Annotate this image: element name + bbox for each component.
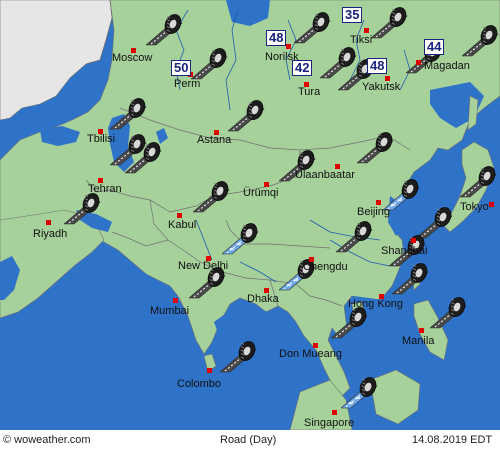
city-marker xyxy=(46,220,51,225)
city-label-ulaanbaatar: Ulaanbaatar xyxy=(295,169,355,181)
city-marker xyxy=(207,368,212,373)
city-marker xyxy=(416,60,421,65)
city-marker xyxy=(173,298,178,303)
city-label-tiksi: Tiksi xyxy=(350,34,373,46)
tire-road-icon xyxy=(124,141,165,175)
tire-road-icon xyxy=(356,131,397,165)
city-label-chengdu: Chengdu xyxy=(303,261,348,273)
tire-road-icon xyxy=(429,296,470,330)
tire-road-icon xyxy=(340,376,381,410)
city-label-dhaka: Dhaka xyxy=(247,293,279,305)
tire-road-icon xyxy=(145,13,186,47)
speed-badge-norilsk: 48 xyxy=(266,30,287,46)
footer-bar: © woweather.com Road (Day) 14.08.2019 ED… xyxy=(0,430,500,450)
tire-road-icon xyxy=(330,306,371,340)
city-label-urumqi: Ürümqi xyxy=(243,187,279,199)
city-marker xyxy=(286,44,291,49)
city-label-manila: Manila xyxy=(402,335,435,347)
city-label-don-mueang: Don Mueang xyxy=(279,348,342,360)
speed-badge-magadan: 44 xyxy=(424,39,445,55)
city-label-shanghai: Shanghai xyxy=(381,245,428,257)
city-label-tura: Tura xyxy=(298,86,321,98)
city-marker xyxy=(177,213,182,218)
tire-road-icon xyxy=(219,340,260,374)
city-label-tokyo: Tokyo xyxy=(460,201,489,213)
speed-badge-tiksi: 35 xyxy=(342,7,363,23)
city-label-new-delhi: New Delhi xyxy=(178,260,229,272)
city-label-beijing: Beijing xyxy=(357,206,391,218)
tire-road-icon xyxy=(461,24,500,58)
city-marker xyxy=(411,238,416,243)
city-label-moscow: Moscow xyxy=(112,52,153,64)
tire-road-icon xyxy=(391,262,432,296)
city-label-yakutsk: Yakutsk xyxy=(362,81,401,93)
city-label-riyadh: Riyadh xyxy=(33,228,68,240)
city-label-singapore: Singapore xyxy=(304,417,355,429)
tire-road-icon xyxy=(221,222,262,256)
tire-road-icon xyxy=(293,11,334,45)
city-marker xyxy=(332,410,337,415)
tire-road-icon xyxy=(370,6,411,40)
city-label-magadan: Magadan xyxy=(424,60,470,72)
city-marker xyxy=(489,202,494,207)
site-credit[interactable]: © woweather.com xyxy=(3,434,91,446)
city-label-kabul: Kabul xyxy=(168,219,197,231)
city-label-colombo: Colombo xyxy=(177,378,222,390)
tire-road-icon xyxy=(109,97,150,131)
speed-badge-tura: 42 xyxy=(292,60,313,76)
city-label-mumbai: Mumbai xyxy=(150,305,190,317)
speed-badge-perm: 50 xyxy=(171,60,192,76)
tire-road-icon xyxy=(459,165,500,199)
tire-road-icon xyxy=(227,99,268,133)
city-label-astana: Astana xyxy=(197,134,232,146)
city-marker xyxy=(364,28,369,33)
city-label-perm: Perm xyxy=(174,78,201,90)
speed-badge-yakutsk: 48 xyxy=(367,58,388,74)
city-marker xyxy=(376,200,381,205)
map-date: 14.08.2019 EDT xyxy=(412,434,493,446)
city-marker xyxy=(419,328,424,333)
city-label-tehran: Tehran xyxy=(88,183,122,195)
city-label-hong-kong: Hong Kong xyxy=(348,298,404,310)
map-title: Road (Day) xyxy=(220,434,277,446)
tire-road-icon xyxy=(63,192,104,226)
tire-road-icon xyxy=(335,220,376,254)
tire-road-icon xyxy=(192,180,233,214)
tire-road-icon xyxy=(190,47,231,81)
city-label-tbilisi: Tbilisi xyxy=(87,133,116,145)
